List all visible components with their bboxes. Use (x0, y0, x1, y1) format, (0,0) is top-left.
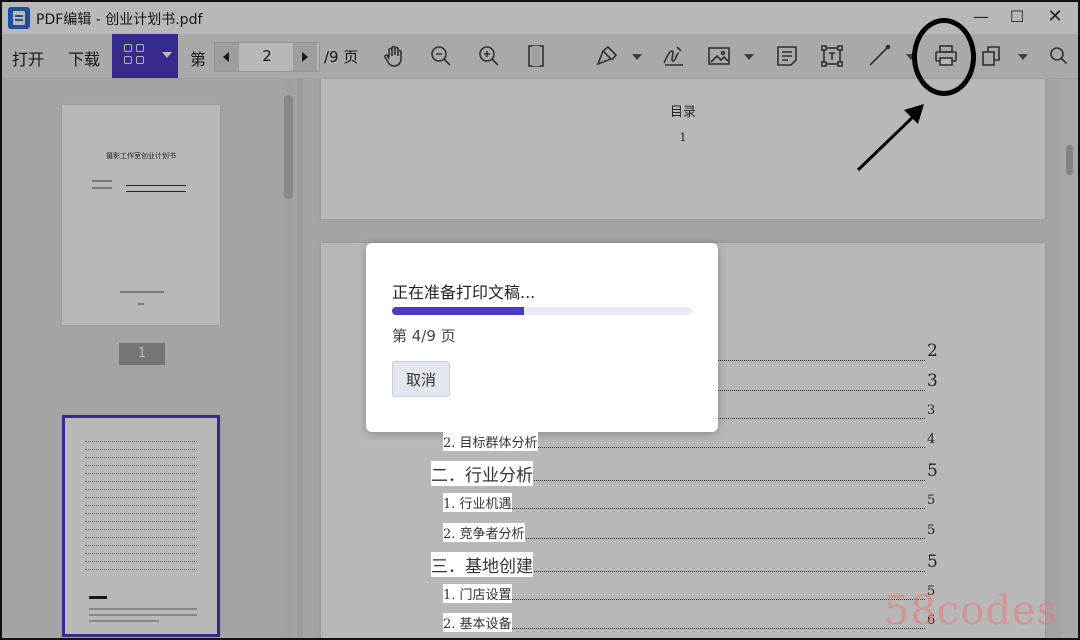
toc-entry-text: 2. 目标群体分析 (443, 432, 538, 451)
toc-entry-text: 二．行业分析 (431, 461, 533, 486)
print-progress-dialog: 正在准备打印文稿... 第 4/9 页 取消 (366, 243, 718, 432)
app-window: PDF编辑 - 创业计划书.pdf — ☐ ✕ 打开 下载 第 2 /9 页 摄… (0, 0, 1080, 640)
print-page-status: 第 4/9 页 (392, 327, 456, 345)
print-progress-fill (392, 307, 524, 315)
toc-entry-text: 1. 行业机遇 (443, 493, 512, 512)
cancel-button[interactable]: 取消 (392, 361, 450, 397)
print-progress-bar (392, 307, 692, 315)
annotation-circle (912, 18, 976, 96)
toc-entry-text: 2. 竞争者分析 (443, 523, 525, 542)
toc-entry-text: 2. 基本设备 (443, 613, 512, 632)
toc-entry-text: 三．基地创建 (431, 552, 533, 577)
watermark: 58codes (884, 588, 1059, 634)
annotation-arrow (856, 104, 924, 172)
print-status-message: 正在准备打印文稿... (392, 283, 536, 302)
toc-entry-text: 1. 门店设置 (443, 584, 512, 603)
